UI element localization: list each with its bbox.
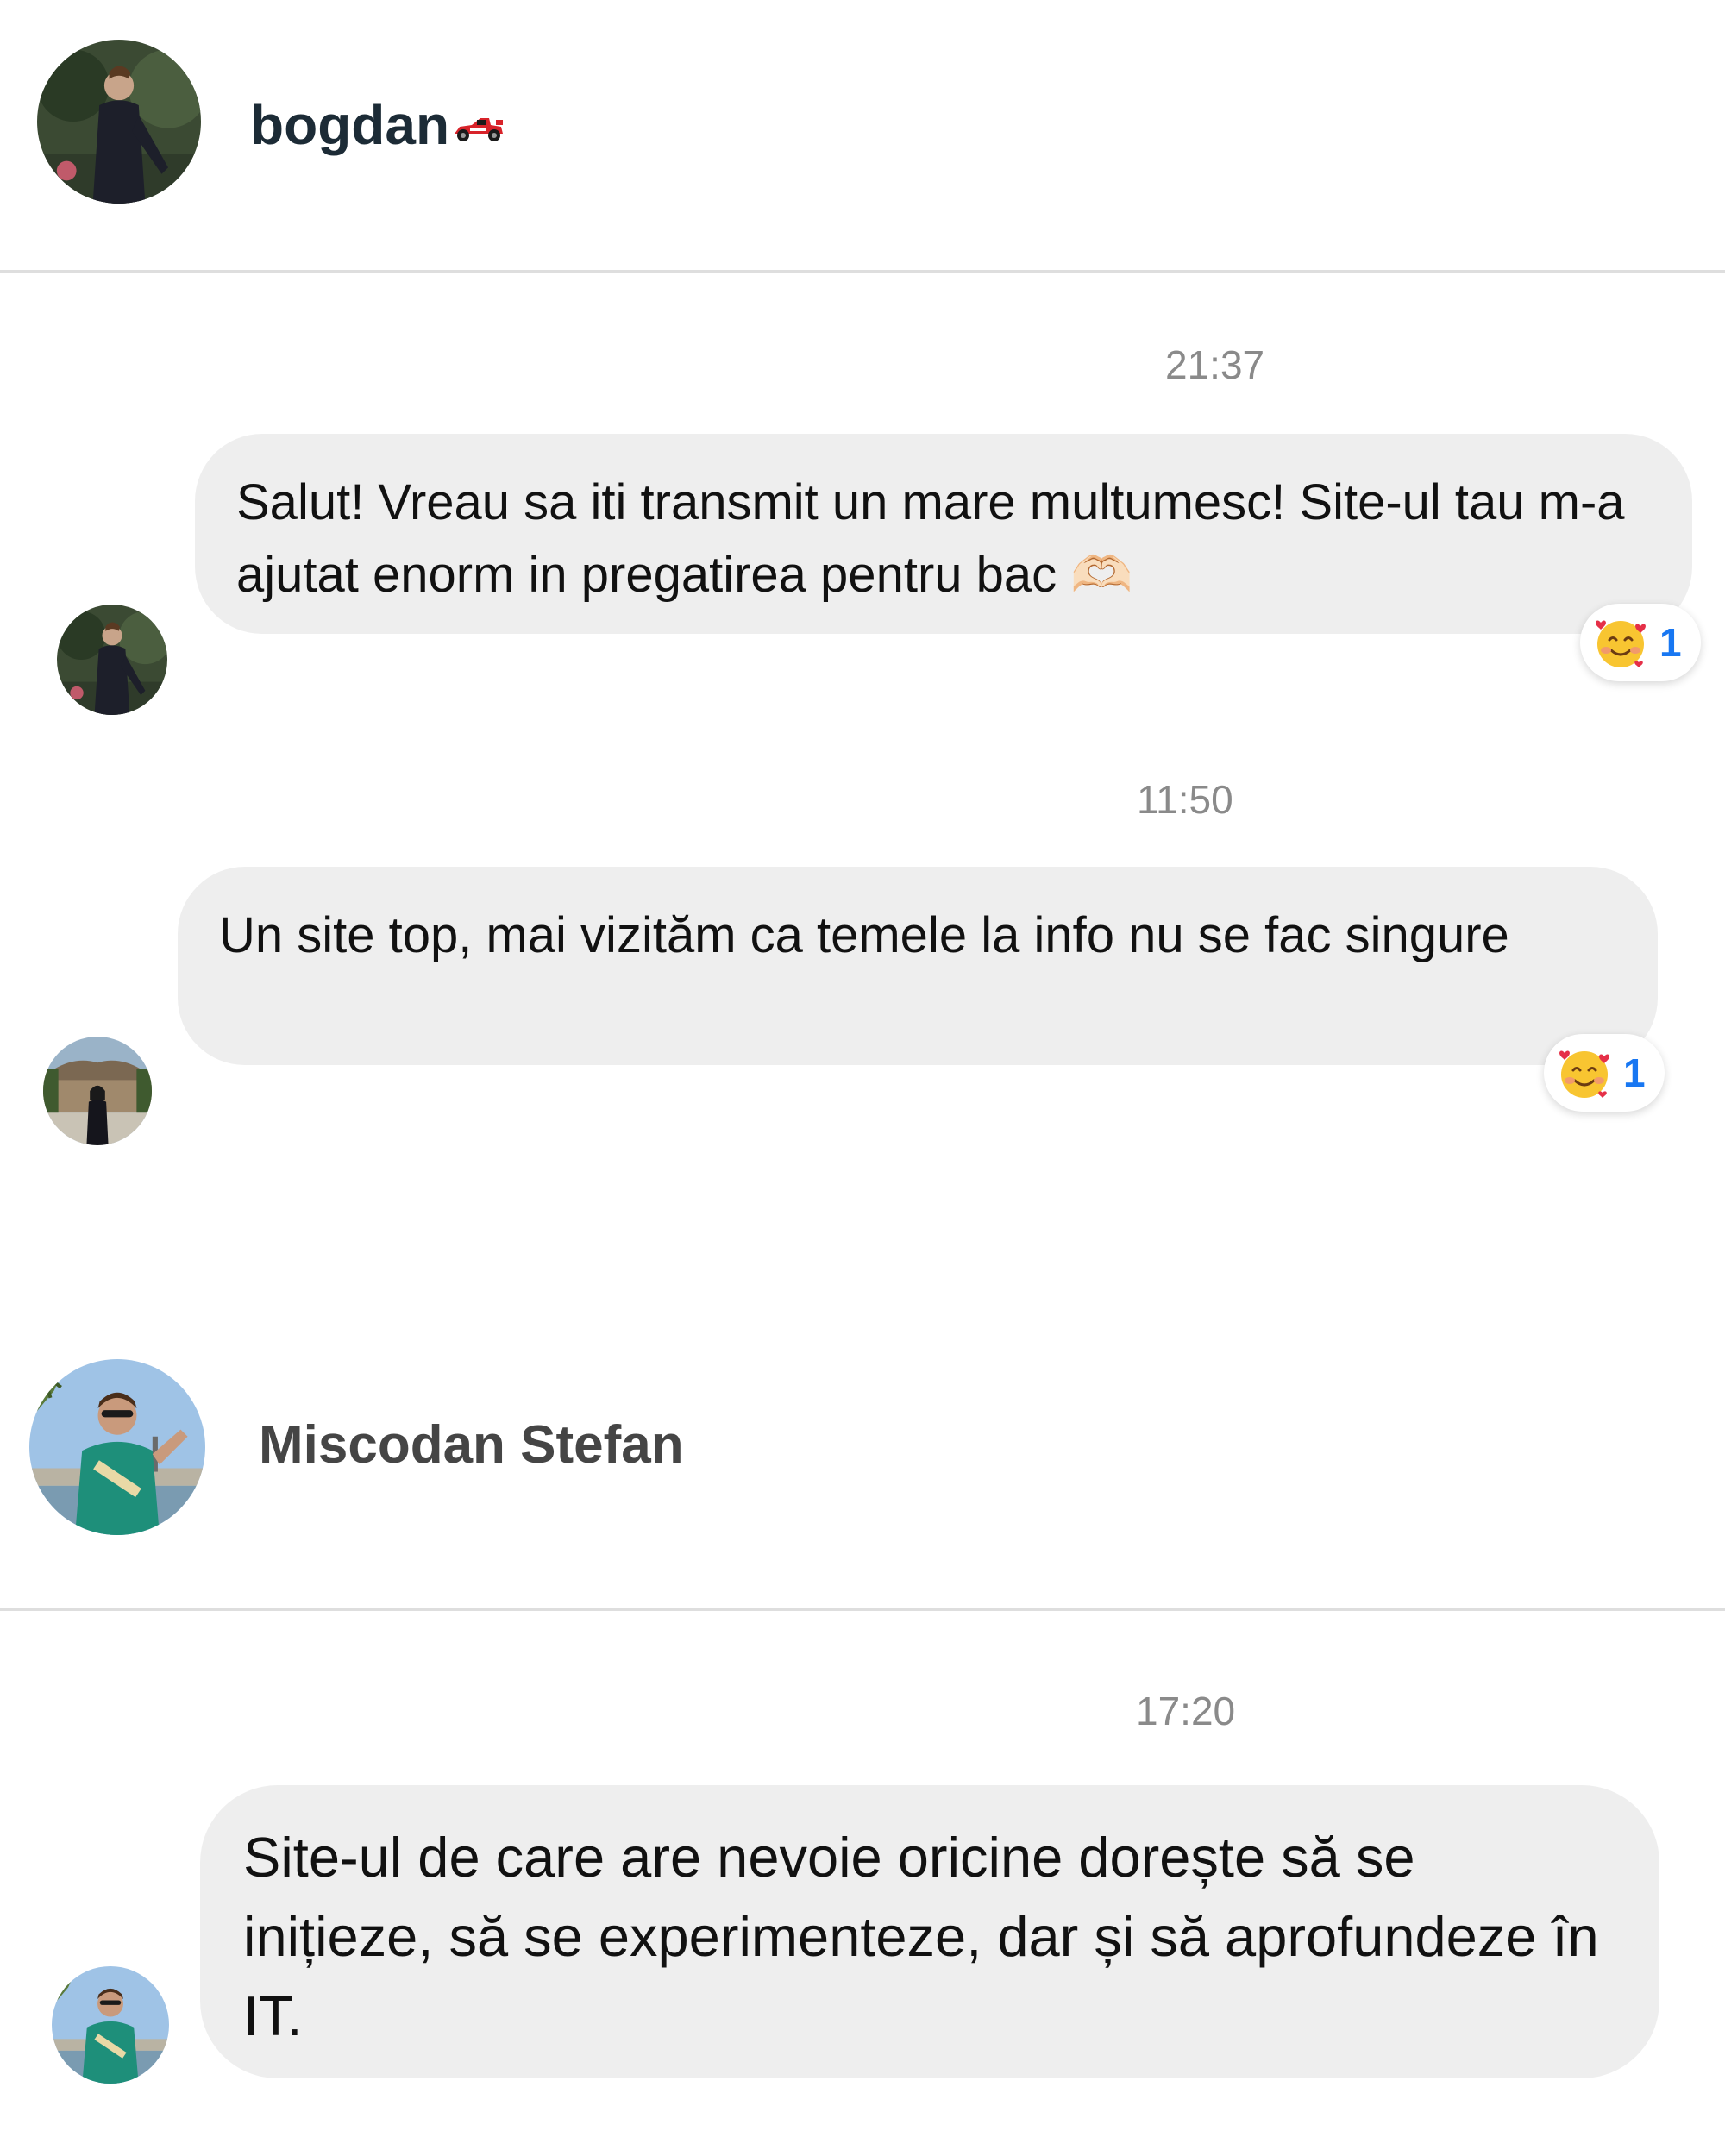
conversation-header-miscodan-stefan: Miscodan Stefan xyxy=(0,1337,1725,1611)
message-text: Site-ul de care are nevoie oricine doreș… xyxy=(243,1826,1599,2047)
message-bubble[interactable]: Site-ul de care are nevoie oricine doreș… xyxy=(200,1785,1659,2078)
contact-name: Miscodan Stefan xyxy=(259,1415,684,1475)
message-bubble[interactable]: Salut! Vreau sa iti transmit un mare mul… xyxy=(195,434,1692,634)
smiling-face-with-hearts-icon xyxy=(1592,614,1649,671)
contact-name: bogdan xyxy=(250,93,506,157)
message-text: Salut! Vreau sa iti transmit un mare mul… xyxy=(236,474,1625,603)
message-timestamp: 17:20 xyxy=(1136,1689,1236,1733)
avatar[interactable] xyxy=(29,1359,205,1535)
reaction-badge[interactable]: 1 xyxy=(1544,1034,1665,1112)
reaction-count: 1 xyxy=(1623,1050,1646,1095)
message-text: Un site top, mai vizităm ca temele la in… xyxy=(219,907,1509,963)
profile-photo-icon xyxy=(52,1966,169,2084)
conversation-header-bogdan: bogdan xyxy=(0,0,1725,273)
reaction-badge[interactable]: 1 xyxy=(1580,604,1701,681)
profile-photo-icon xyxy=(43,1037,152,1145)
message-timestamp: 21:37 xyxy=(1165,342,1265,387)
chat-screenshot: bogdan 21:37 Salut! Vreau sa iti transmi… xyxy=(0,0,1725,2156)
message-timestamp: 11:50 xyxy=(1137,777,1233,822)
reaction-count: 1 xyxy=(1659,620,1682,665)
profile-photo-icon xyxy=(37,40,201,204)
profile-photo-icon xyxy=(57,605,167,715)
smiling-face-with-hearts-icon xyxy=(1556,1044,1613,1101)
profile-photo-icon xyxy=(29,1359,205,1535)
avatar[interactable] xyxy=(37,40,201,204)
message-bubble[interactable]: Un site top, mai vizităm ca temele la in… xyxy=(178,867,1658,1065)
avatar[interactable] xyxy=(52,1966,169,2084)
avatar[interactable] xyxy=(57,605,167,715)
avatar[interactable] xyxy=(43,1037,152,1145)
contact-name-text: bogdan xyxy=(250,94,450,156)
race-car-icon xyxy=(451,110,506,144)
